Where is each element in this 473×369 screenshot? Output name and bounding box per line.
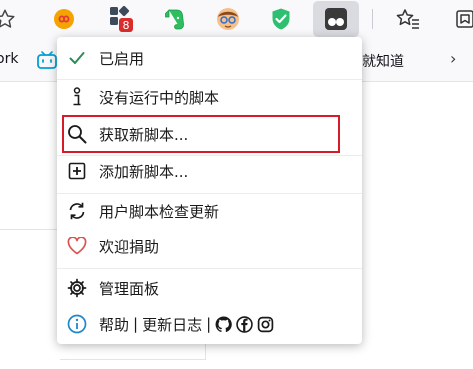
- menu-item-dashboard-label: 管理面板: [99, 279, 160, 298]
- menu-item-get-scripts[interactable]: 获取新脚本...: [57, 119, 362, 149]
- menu-item-donate[interactable]: 欢迎捐助: [57, 231, 362, 261]
- toolbar-separator: [372, 9, 373, 29]
- menu-item-dashboard[interactable]: 管理面板: [57, 273, 362, 303]
- menu-separator: [57, 79, 362, 80]
- page-divider: [0, 229, 60, 230]
- apps-extension-icon[interactable]: 8: [107, 5, 135, 33]
- avatar-extension-icon[interactable]: [214, 5, 242, 33]
- menu-item-check-updates-label: 用户脚本检查更新: [99, 202, 220, 221]
- help-link[interactable]: 帮助: [99, 314, 129, 335]
- info-i-icon: [66, 86, 88, 108]
- bookmark-star-icon[interactable]: [0, 5, 19, 33]
- menu-item-no-scripts-label: 没有运行中的脚本: [99, 88, 220, 107]
- refresh-icon: [66, 200, 88, 222]
- menu-separator: [57, 193, 362, 194]
- search-icon: [66, 123, 88, 145]
- tampermonkey-extension-button[interactable]: [313, 1, 359, 37]
- favorites-icon[interactable]: [394, 5, 422, 33]
- page-card-bottom: [60, 359, 206, 360]
- tampermonkey-icon: [325, 8, 347, 30]
- plus-square-icon: [66, 160, 88, 182]
- changelog-link[interactable]: 更新日志: [142, 314, 202, 335]
- gear-icon: [66, 277, 88, 299]
- browser-toolbar: 8: [0, 0, 473, 38]
- menu-item-enabled-label: 已启用: [99, 49, 145, 68]
- evernote-icon[interactable]: [161, 5, 189, 33]
- menu-item-no-scripts: 没有运行中的脚本: [57, 82, 362, 112]
- menu-item-add-script-label: 添加新脚本...: [99, 162, 189, 181]
- extension-badge-count: 8: [123, 19, 130, 32]
- shield-check-icon[interactable]: [267, 5, 295, 33]
- menu-item-enabled[interactable]: 已启用: [57, 43, 362, 73]
- bookmark-partial-right[interactable]: 就知道: [362, 51, 404, 71]
- menu-item-check-updates[interactable]: 用户脚本检查更新: [57, 196, 362, 226]
- menu-item-donate-label: 欢迎捐助: [99, 237, 160, 256]
- instagram-icon[interactable]: [257, 316, 274, 333]
- footer-separator: |: [206, 315, 212, 333]
- menu-separator: [57, 268, 362, 269]
- bookmarks-more-chevron-icon[interactable]: ›: [450, 49, 456, 68]
- info-circle-icon: [66, 313, 88, 335]
- checkmark-icon: [66, 47, 88, 69]
- infinity-extension-icon[interactable]: [50, 5, 78, 33]
- menu-item-add-script[interactable]: 添加新脚本...: [57, 156, 362, 186]
- menu-footer: 帮助 | 更新日志 |: [99, 313, 274, 335]
- heart-icon: [66, 235, 88, 257]
- bookmark-partial-left[interactable]: ork: [0, 51, 18, 67]
- collections-icon[interactable]: [451, 5, 473, 33]
- footer-separator: |: [133, 315, 139, 333]
- facebook-icon[interactable]: [236, 315, 253, 333]
- github-icon[interactable]: [215, 316, 232, 333]
- menu-item-get-scripts-label: 获取新脚本...: [99, 125, 189, 144]
- tampermonkey-popup-menu: 已启用 没有运行中的脚本 获取新脚本... 添加新脚本... 用户脚本检查更新: [57, 37, 362, 344]
